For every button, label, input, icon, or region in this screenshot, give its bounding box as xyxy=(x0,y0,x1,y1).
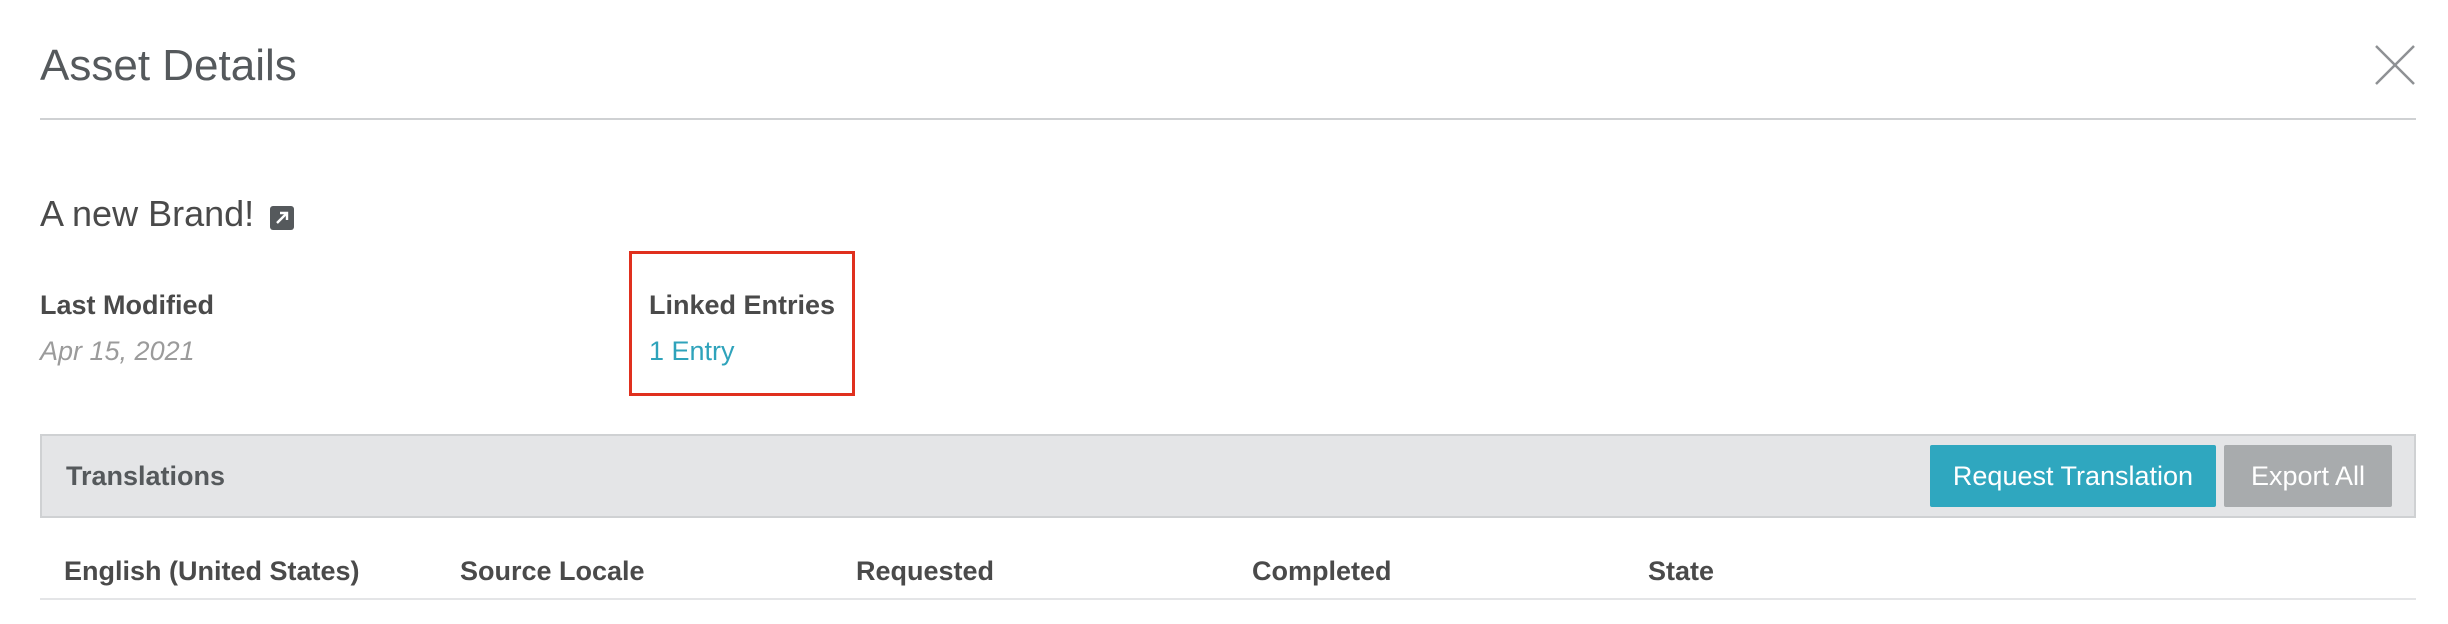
translations-toolbar: Translations Request Translation Export … xyxy=(40,434,2416,518)
external-link-icon xyxy=(270,206,295,230)
asset-name-row: A new Brand! xyxy=(40,186,295,242)
translations-title: Translations xyxy=(66,461,226,491)
last-modified-block: Last Modified Apr 15, 2021 xyxy=(40,286,214,372)
external-link-button[interactable] xyxy=(270,206,295,230)
translations-table-header: English (United States) Source Locale Re… xyxy=(40,536,2416,600)
last-modified-value: Apr 15, 2021 xyxy=(40,336,195,366)
column-header-requested: Requested xyxy=(856,556,995,586)
export-all-button[interactable]: Export All xyxy=(2224,445,2392,507)
column-header-language: English (United States) xyxy=(64,556,360,586)
column-header-state: State xyxy=(1648,556,1715,586)
request-translation-button[interactable]: Request Translation xyxy=(1930,445,2216,507)
close-icon xyxy=(2375,45,2415,85)
asset-details-page: Asset Details A new Brand! Last Modified… xyxy=(0,0,2448,624)
column-header-completed: Completed xyxy=(1252,556,1392,586)
asset-name: A new Brand! xyxy=(40,193,255,234)
close-button[interactable] xyxy=(2374,44,2416,86)
column-header-source-locale: Source Locale xyxy=(460,556,645,586)
last-modified-label: Last Modified xyxy=(40,290,214,320)
highlight-box xyxy=(629,251,855,396)
modal-header: Asset Details xyxy=(40,0,2416,120)
page-title: Asset Details xyxy=(40,41,297,90)
